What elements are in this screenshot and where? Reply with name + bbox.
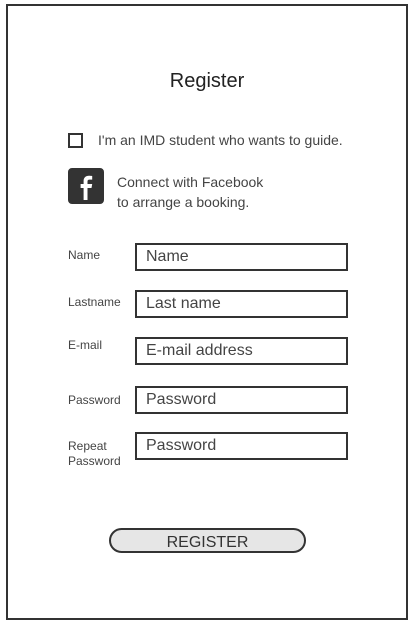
facebook-connect-text[interactable]: Connect with Facebook to arrange a booki… bbox=[117, 172, 263, 212]
password-input[interactable] bbox=[135, 386, 348, 414]
email-label: E-mail bbox=[68, 338, 103, 352]
repeat-password-label: Repeat Password bbox=[68, 439, 121, 469]
password-label: Password bbox=[68, 393, 121, 407]
name-label: Name bbox=[68, 248, 101, 262]
repeat-password-label-line1: Repeat bbox=[68, 439, 107, 453]
guide-checkbox[interactable] bbox=[68, 132, 83, 148]
lastname-input[interactable] bbox=[135, 290, 348, 318]
email-input[interactable] bbox=[135, 337, 348, 365]
register-panel: Register I'm an IMD student who wants to… bbox=[6, 4, 408, 620]
repeat-password-input[interactable] bbox=[135, 432, 348, 460]
facebook-icon[interactable] bbox=[68, 168, 104, 204]
guide-option[interactable]: I'm an IMD student who wants to guide. bbox=[68, 130, 343, 150]
lastname-label: Lastname bbox=[68, 295, 121, 309]
facebook-text-line2: to arrange a booking. bbox=[117, 194, 250, 210]
name-input[interactable] bbox=[135, 243, 348, 271]
register-button[interactable]: REGISTER bbox=[109, 528, 306, 553]
guide-checkbox-label: I'm an IMD student who wants to guide. bbox=[98, 132, 343, 148]
facebook-connect[interactable]: Connect with Facebook to arrange a booki… bbox=[68, 168, 263, 212]
page-title: Register bbox=[169, 70, 245, 92]
repeat-password-label-line2: Password bbox=[68, 454, 121, 468]
facebook-text-line1: Connect with Facebook bbox=[117, 174, 264, 190]
